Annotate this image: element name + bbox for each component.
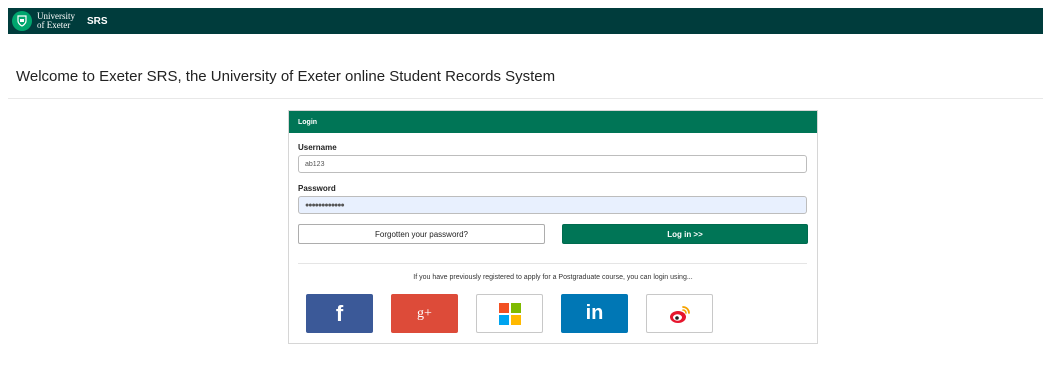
weibo-icon bbox=[669, 305, 690, 323]
page-title: Welcome to Exeter SRS, the University of… bbox=[16, 68, 556, 85]
login-panel-heading: Login bbox=[289, 111, 817, 133]
login-panel: Login Username Password Forgotten your p… bbox=[288, 110, 818, 344]
password-input[interactable] bbox=[298, 196, 807, 214]
university-logo-text[interactable]: University of Exeter bbox=[37, 12, 81, 30]
app-name[interactable]: SRS bbox=[87, 16, 108, 27]
linkedin-login-button[interactable]: in bbox=[561, 294, 628, 333]
facebook-login-button[interactable]: f bbox=[306, 294, 373, 333]
top-bar: University of Exeter SRS bbox=[8, 8, 1043, 34]
linkedin-icon: in bbox=[585, 302, 604, 324]
section-divider bbox=[298, 263, 807, 264]
google-plus-login-button[interactable]: g+ bbox=[391, 294, 458, 333]
username-label: Username bbox=[298, 143, 337, 152]
google-plus-icon: g+ bbox=[417, 305, 432, 321]
postgraduate-login-note: If you have previously registered to app… bbox=[413, 274, 693, 281]
university-line-2: of Exeter bbox=[37, 20, 71, 30]
microsoft-login-button[interactable] bbox=[476, 294, 543, 333]
password-label: Password bbox=[298, 184, 336, 193]
title-divider bbox=[8, 98, 1043, 99]
login-button[interactable]: Log in >> bbox=[562, 224, 808, 244]
username-input[interactable] bbox=[298, 155, 807, 173]
university-crest-icon[interactable] bbox=[12, 11, 32, 31]
microsoft-icon bbox=[498, 302, 521, 325]
facebook-icon: f bbox=[335, 300, 344, 326]
forgot-password-button[interactable]: Forgotten your password? bbox=[298, 224, 545, 244]
weibo-login-button[interactable] bbox=[646, 294, 713, 333]
